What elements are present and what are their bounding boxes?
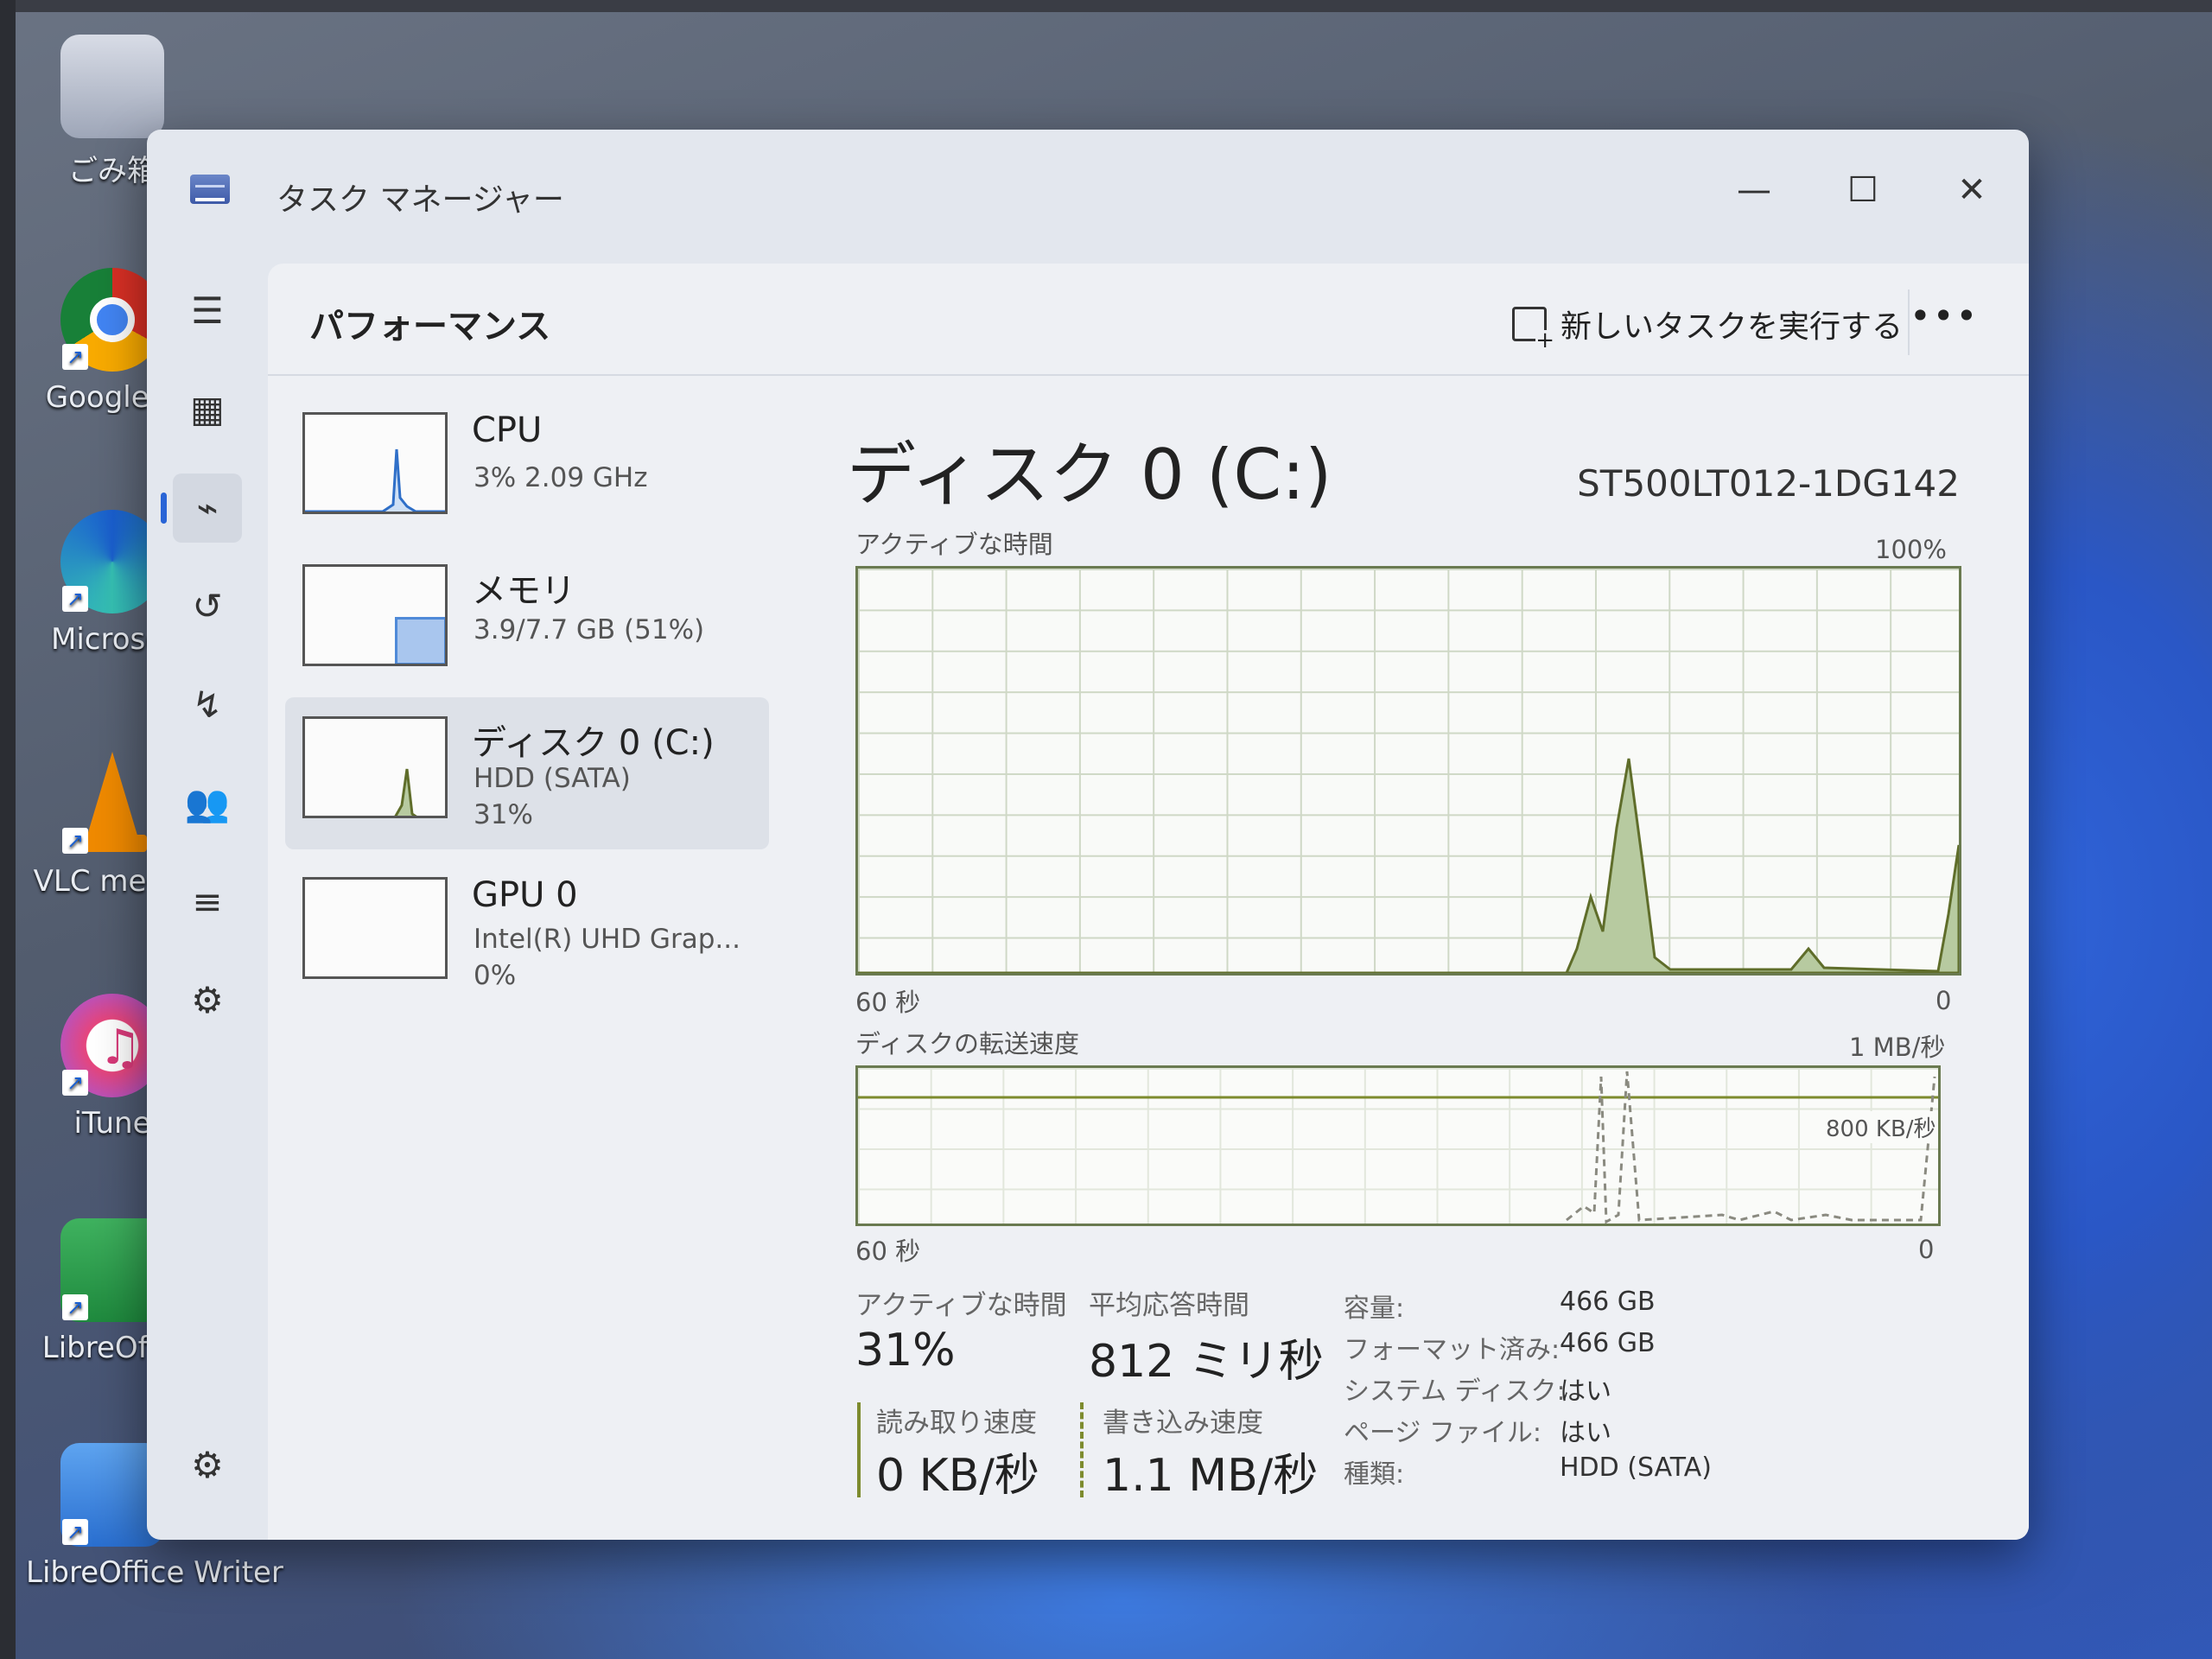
write-speed-legend-bar <box>1080 1402 1084 1497</box>
prop-system-disk-key: システム ディスク: <box>1344 1376 1566 1407</box>
performance-content: パフォーマンス 新しいタスクを実行する ••• CPU 3% 2.09 GHz … <box>268 264 2029 1540</box>
shortcut-arrow-icon: ↗ <box>62 1519 88 1545</box>
transfer-reference-line-label: 800 KB/秒 <box>1826 1111 1936 1143</box>
desktop-icon-label: LibreOffice Writer <box>26 1555 283 1590</box>
active-time-graph <box>855 566 1961 976</box>
details-icon: ≡ <box>192 880 223 923</box>
stat-write-speed-value: 1.1 MB/秒 <box>1103 1450 1319 1502</box>
resource-detail: Intel(R) UHD Grap... <box>474 924 741 955</box>
history-icon: ↺ <box>192 585 223 627</box>
navigation-rail: ☰ ▦ ⌁ ↺ ↯ 👥 ≡ ⚙ ⚙ <box>147 251 268 1540</box>
nav-app-history[interactable]: ↺ <box>173 572 242 641</box>
content-header: パフォーマンス 新しいタスクを実行する ••• <box>268 264 2029 376</box>
disk-title: ディスク 0 (C:) <box>847 435 1332 515</box>
shortcut-arrow-icon: ↗ <box>62 1294 88 1320</box>
stat-response-time-value: 812 ミリ秒 <box>1089 1336 1324 1388</box>
stat-active-time-label: アクティブな時間 <box>855 1290 1067 1321</box>
active-time-graph-label: アクティブな時間 <box>855 530 1053 559</box>
processes-icon: ▦ <box>190 388 225 430</box>
hamburger-menu-button[interactable]: ☰ <box>173 276 242 346</box>
prop-type-value: HDD (SATA) <box>1560 1452 1713 1483</box>
shortcut-arrow-icon: ↗ <box>62 828 88 854</box>
shortcut-arrow-icon: ↗ <box>62 586 88 612</box>
minimize-button[interactable]: — <box>1719 164 1789 216</box>
nav-settings[interactable]: ⚙ <box>173 1431 242 1500</box>
read-speed-legend-bar <box>857 1402 861 1497</box>
prop-formatted-value: 466 GB <box>1560 1328 1656 1358</box>
transfer-axis-left: 60 秒 <box>855 1236 921 1266</box>
transfer-graph-max: 1 MB/秒 <box>1849 1033 1946 1062</box>
prop-formatted-key: フォーマット済み: <box>1344 1335 1560 1365</box>
shortcut-arrow-icon: ↗ <box>62 344 88 370</box>
task-manager-window: タスク マネージャー — ☐ ✕ ☰ ▦ ⌁ ↺ ↯ 👥 ≡ ⚙ ⚙ パフォーマ… <box>147 130 2029 1540</box>
transfer-axis-right: 0 <box>1918 1235 1935 1264</box>
active-time-axis-left: 60 秒 <box>855 988 921 1017</box>
services-icon: ⚙ <box>191 979 224 1021</box>
shortcut-arrow-icon: ↗ <box>62 1070 88 1096</box>
resource-name: GPU 0 <box>472 875 578 915</box>
resource-name: メモリ <box>472 571 575 611</box>
window-title: タスク マネージャー <box>276 182 564 218</box>
stat-response-time-label: 平均応答時間 <box>1089 1290 1249 1321</box>
run-new-task-button[interactable]: 新しいタスクを実行する <box>1512 302 1904 351</box>
page-title: パフォーマンス <box>309 307 551 346</box>
prop-capacity-key: 容量: <box>1344 1294 1405 1324</box>
memory-thumbnail-graph <box>302 564 448 666</box>
title-bar[interactable]: タスク マネージャー — ☐ ✕ <box>147 130 2029 251</box>
maximize-button[interactable]: ☐ <box>1828 164 1897 216</box>
resource-item-disk-0[interactable]: ディスク 0 (C:) HDD (SATA) 31% <box>285 697 769 849</box>
resource-detail: 3% 2.09 GHz <box>474 462 648 493</box>
nav-startup-apps[interactable]: ↯ <box>173 671 242 740</box>
task-manager-app-icon <box>190 175 230 204</box>
resource-usage: 0% <box>474 960 517 991</box>
resource-usage: 31% <box>474 799 533 830</box>
screen-bezel-left <box>0 0 16 1659</box>
resource-item-memory[interactable]: メモリ 3.9/7.7 GB (51%) <box>285 545 769 697</box>
disk-model: ST500LT012-1DG142 <box>1577 462 1960 505</box>
prop-system-disk-value: はい <box>1560 1376 1611 1407</box>
prop-type-key: 種類: <box>1344 1459 1405 1490</box>
stat-read-speed-label: 読み取り速度 <box>876 1408 1037 1439</box>
run-task-label: 新しいタスクを実行する <box>1560 309 1904 345</box>
nav-services[interactable]: ⚙ <box>173 966 242 1035</box>
performance-icon: ⌁ <box>196 486 219 529</box>
resource-item-cpu[interactable]: CPU 3% 2.09 GHz <box>285 393 769 545</box>
resource-item-gpu-0[interactable]: GPU 0 Intel(R) UHD Grap... 0% <box>285 858 769 1010</box>
nav-processes[interactable]: ▦ <box>173 375 242 444</box>
resource-name: ディスク 0 (C:) <box>472 723 715 763</box>
transfer-rate-graph: 800 KB/秒 <box>855 1065 1941 1226</box>
run-task-icon <box>1512 307 1554 351</box>
nav-users[interactable]: 👥 <box>173 769 242 838</box>
startup-icon: ↯ <box>192 683 223 726</box>
cpu-thumbnail-graph <box>302 412 448 514</box>
prop-capacity-value: 466 GB <box>1560 1287 1656 1317</box>
close-button[interactable]: ✕ <box>1937 164 2006 216</box>
resource-detail: 3.9/7.7 GB (51%) <box>474 614 705 645</box>
nav-details[interactable]: ≡ <box>173 868 242 937</box>
prop-page-file-value: はい <box>1560 1418 1611 1448</box>
gpu-thumbnail-graph <box>302 877 448 979</box>
stat-active-time-value: 31% <box>855 1325 956 1376</box>
settings-gear-icon: ⚙ <box>191 1444 224 1486</box>
disk-thumbnail-graph <box>302 716 448 818</box>
prop-page-file-key: ページ ファイル: <box>1344 1418 1542 1448</box>
more-options-button[interactable]: ••• <box>1910 295 1979 337</box>
hamburger-icon: ☰ <box>191 289 224 332</box>
recycle-bin-icon <box>60 35 164 138</box>
resource-detail: HDD (SATA) <box>474 763 631 794</box>
transfer-graph-label: ディスクの転送速度 <box>855 1029 1079 1058</box>
stat-write-speed-label: 書き込み速度 <box>1103 1408 1263 1439</box>
resource-name: CPU <box>472 410 543 450</box>
nav-performance[interactable]: ⌁ <box>161 474 242 543</box>
users-icon: 👥 <box>184 782 231 824</box>
active-time-axis-right: 0 <box>1936 986 1952 1015</box>
screen-bezel-top <box>0 0 2212 12</box>
stat-read-speed-value: 0 KB/秒 <box>876 1450 1039 1502</box>
active-time-graph-max: 100% <box>1875 535 1947 564</box>
